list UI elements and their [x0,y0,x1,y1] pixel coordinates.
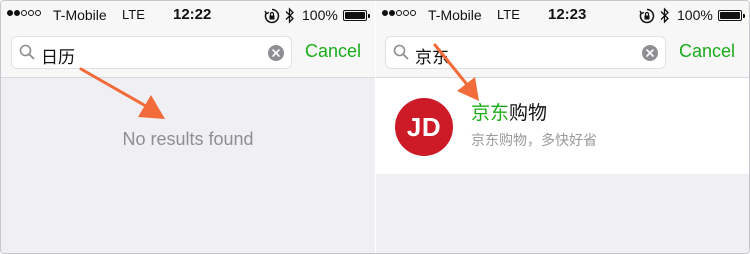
search-result-item[interactable]: JD 京东购物 京东购物，多快好省 [376,78,749,174]
result-title-match: 京东 [471,102,510,124]
carrier-name: T-Mobile [53,7,107,23]
battery-icon [718,10,745,21]
battery-icon [343,10,370,21]
search-bar: 京东 Cancel [376,31,749,78]
result-description: 京东购物，多快好省 [471,133,597,149]
search-input[interactable]: 日历 [11,36,292,69]
search-bar: 日历 Cancel [1,31,375,78]
comparison-frame: T-Mobile LTE 12:22 100% 日历 Cancel No res… [0,0,750,254]
cancel-button[interactable]: Cancel [305,41,361,62]
left-search-screen: T-Mobile LTE 12:22 100% 日历 Cancel No res… [1,1,375,253]
right-search-screen: T-Mobile LTE 12:23 100% 京东 Cancel JD 京东购… [376,1,749,253]
status-bar: T-Mobile LTE 12:22 100% [1,1,375,31]
rotation-lock-icon [264,8,280,24]
battery-percentage: 100% [677,7,713,23]
jd-app-icon: JD [395,98,453,156]
signal-strength-icon [382,10,416,16]
bluetooth-icon [660,7,669,24]
clear-icon[interactable] [641,44,659,62]
bluetooth-icon [285,7,294,24]
rotation-lock-icon [639,8,655,24]
battery-percentage: 100% [302,7,338,23]
clear-icon[interactable] [267,44,285,62]
search-query-text: 京东 [415,48,449,68]
result-title: 京东购物 [471,98,547,125]
carrier-name: T-Mobile [428,7,482,23]
cancel-button[interactable]: Cancel [679,41,735,62]
status-time: 12:22 [173,6,212,23]
search-query-text: 日历 [41,48,75,68]
search-input[interactable]: 京东 [385,36,666,69]
network-type: LTE [497,7,520,22]
no-results-message: No results found [122,129,254,149]
result-title-rest: 购物 [509,102,548,124]
search-icon [393,44,409,60]
status-bar: T-Mobile LTE 12:23 100% [376,1,749,31]
status-time: 12:23 [548,6,587,23]
signal-strength-icon [7,10,41,16]
search-icon [19,44,35,60]
network-type: LTE [122,7,145,22]
